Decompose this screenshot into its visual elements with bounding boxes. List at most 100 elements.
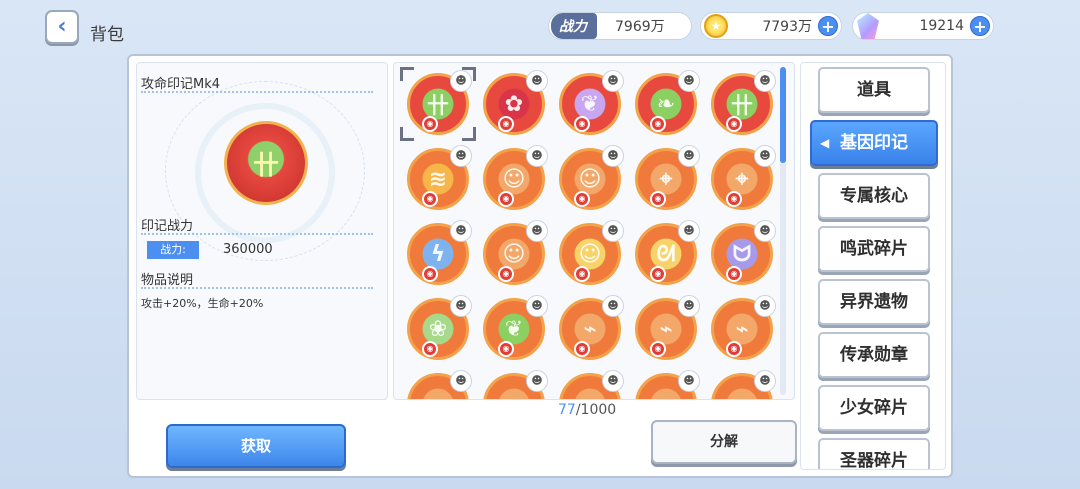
gene-type-icon: ◉ xyxy=(650,341,666,357)
gene-mark-item[interactable]: 卄 ☻ ◉ xyxy=(407,70,472,135)
gene-type-icon: ◉ xyxy=(726,341,742,357)
item-emblem-icon: ✿ xyxy=(504,91,524,117)
character-portrait-icon: ☻ xyxy=(754,145,776,167)
gene-mark-item[interactable]: ᗢ ☻ ◉ xyxy=(711,220,776,285)
coin-display: ★ 7793万 + xyxy=(700,12,842,40)
category-tab[interactable]: 鸣武碎片 xyxy=(818,226,930,272)
gene-mark-item[interactable]: ⌁ ☻ ◉ xyxy=(559,295,624,360)
gene-mark-item[interactable]: ☺ ☻ ◉ xyxy=(559,220,624,285)
item-emblem-icon: ❧ xyxy=(656,91,676,117)
character-portrait-icon: ☻ xyxy=(678,370,700,392)
get-button[interactable]: 获取 xyxy=(166,424,346,468)
item-emblem-icon: ☺ xyxy=(578,241,602,267)
gene-mark-item[interactable]: ≋ ☻ ◉ xyxy=(407,145,472,210)
item-emblem-icon: ❦ xyxy=(580,91,600,117)
gene-mark-item[interactable]: ☻◉ xyxy=(483,370,548,399)
gene-mark-item[interactable]: ☺ ☻ ◉ xyxy=(483,220,548,285)
character-portrait-icon: ☻ xyxy=(450,145,472,167)
back-button[interactable]: ‹ xyxy=(45,10,79,44)
gene-type-icon: ◉ xyxy=(422,191,438,207)
gene-type-icon: ◉ xyxy=(498,116,514,132)
item-emblem-icon: ❀ xyxy=(428,316,448,342)
item-name: 攻命印记Mk4 xyxy=(141,77,221,92)
gene-mark-item[interactable]: ⌖ ☻ ◉ xyxy=(635,145,700,210)
gene-type-icon: ◉ xyxy=(498,191,514,207)
scrollbar-thumb[interactable] xyxy=(780,67,786,163)
character-portrait-icon: ☻ xyxy=(602,145,624,167)
add-coins-button[interactable]: + xyxy=(818,16,838,36)
character-portrait-icon: ☻ xyxy=(602,370,624,392)
add-gems-button[interactable]: + xyxy=(970,16,990,36)
gene-mark-item[interactable]: ᘛ ☻ ◉ xyxy=(635,220,700,285)
gene-mark-item[interactable]: ☻◉ xyxy=(711,370,776,399)
character-portrait-icon: ☻ xyxy=(754,295,776,317)
decompose-button[interactable]: 分解 xyxy=(651,420,797,464)
character-portrait-icon: ☻ xyxy=(602,220,624,242)
item-power-value: 360000 xyxy=(223,242,273,257)
item-emblem-icon: ☺ xyxy=(502,166,526,192)
power-section-title: 印记战力 xyxy=(141,219,194,234)
gene-mark-item[interactable]: ⌁ ☻ ◉ xyxy=(635,295,700,360)
gene-mark-item[interactable]: ⌁ ☻ ◉ xyxy=(711,295,776,360)
item-emblem-icon: ❦ xyxy=(504,316,524,342)
gene-type-icon: ◉ xyxy=(726,191,742,207)
character-portrait-icon: ☻ xyxy=(526,370,548,392)
item-count-current: 77 xyxy=(558,402,576,418)
gene-mark-item[interactable]: ❧ ☻ ◉ xyxy=(635,70,700,135)
category-tab[interactable]: 圣器碎片 xyxy=(818,438,930,469)
gene-type-icon: ◉ xyxy=(574,116,590,132)
character-portrait-icon: ☻ xyxy=(526,70,548,92)
item-grid[interactable]: 卄 ☻ ◉ ✿ ☻ ◉ ❦ ☻ ◉ ❧ ☻ ◉ 卄 ☻ ◉ ≋ ☻ ◉ ☺ ☻ ◉ ☺ ☻ ◉ ⌖ ☻ ◉ ⌖ ☻ ◉ ϟ ☻ ◉ ☺ ☻ ◉ ☺ ☻ ◉ ᘛ… xyxy=(393,62,795,400)
gene-mark-item[interactable]: ❦ ☻ ◉ xyxy=(483,295,548,360)
gene-type-icon: ◉ xyxy=(498,341,514,357)
category-tab[interactable]: 传承勋章 xyxy=(818,332,930,378)
gene-type-icon: ◉ xyxy=(574,341,590,357)
divider xyxy=(141,233,373,235)
gene-type-icon: ◉ xyxy=(422,266,438,282)
gene-mark-item[interactable]: ☻◉ xyxy=(559,370,624,399)
gene-mark-item[interactable]: ❦ ☻ ◉ xyxy=(559,70,624,135)
gem-display: 19214 + xyxy=(852,12,994,40)
gene-type-icon: ◉ xyxy=(650,266,666,282)
character-portrait-icon: ☻ xyxy=(678,295,700,317)
gene-mark-item[interactable]: ✿ ☻ ◉ xyxy=(483,70,548,135)
category-tab[interactable]: 异界遗物 xyxy=(818,279,930,325)
category-tab-active[interactable]: 基因印记 xyxy=(810,120,938,166)
category-tab[interactable]: 少女碎片 xyxy=(818,385,930,431)
divider xyxy=(141,91,373,93)
item-count-total: /1000 xyxy=(575,402,617,418)
category-tab[interactable]: 专属核心 xyxy=(818,173,930,219)
gene-mark-item[interactable]: ☻◉ xyxy=(407,370,472,399)
gene-mark-item[interactable]: ⌖ ☻ ◉ xyxy=(711,145,776,210)
gene-type-icon: ◉ xyxy=(574,266,590,282)
item-large-icon: 卄 xyxy=(224,121,308,205)
character-portrait-icon: ☻ xyxy=(602,70,624,92)
gene-mark-item[interactable]: ϟ ☻ ◉ xyxy=(407,220,472,285)
category-tab[interactable]: 道具 xyxy=(818,67,930,113)
item-emblem-icon: ᘛ xyxy=(656,241,676,267)
gene-mark-item[interactable]: ☻◉ xyxy=(635,370,700,399)
power-pill: 战力: xyxy=(147,241,199,259)
item-emblem-icon: ⌖ xyxy=(735,166,749,192)
item-emblem-icon: ⌖ xyxy=(659,166,673,192)
item-description: 攻击+20%，生命+20% xyxy=(141,297,264,310)
gene-mark-item[interactable]: ☺ ☻ ◉ xyxy=(483,145,548,210)
page-title: 背包 xyxy=(90,25,124,45)
item-emblem-icon: ⌁ xyxy=(583,316,597,342)
gene-mark-item[interactable]: ❀ ☻ ◉ xyxy=(407,295,472,360)
gene-type-icon: ◉ xyxy=(726,266,742,282)
gene-mark-item[interactable]: ☺ ☻ ◉ xyxy=(559,145,624,210)
gem-icon xyxy=(857,13,879,39)
gene-type-icon: ◉ xyxy=(650,191,666,207)
item-detail-pane: 攻命印记Mk4 卄 印记战力 战力: 360000 物品说明 攻击+20%，生命… xyxy=(136,62,388,400)
item-count: 77/1000 xyxy=(558,402,616,418)
gene-type-icon: ◉ xyxy=(422,341,438,357)
item-emblem-icon: ᗢ xyxy=(732,241,752,267)
item-emblem-icon: ⌁ xyxy=(735,316,749,342)
character-portrait-icon: ☻ xyxy=(678,220,700,242)
power-label: 战力 xyxy=(551,13,597,39)
item-emblem-icon: ≋ xyxy=(428,166,448,192)
gene-mark-item[interactable]: 卄 ☻ ◉ xyxy=(711,70,776,135)
character-portrait-icon: ☻ xyxy=(526,145,548,167)
item-emblem-icon: ϟ xyxy=(430,241,446,267)
